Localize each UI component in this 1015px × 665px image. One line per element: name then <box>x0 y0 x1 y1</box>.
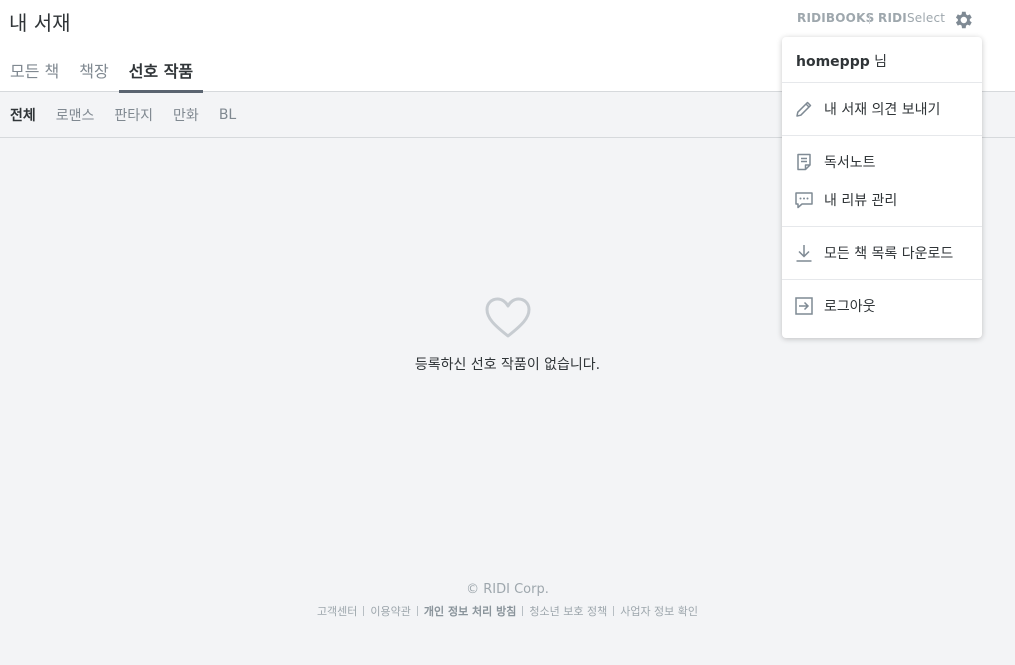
main-tabs: 모든 책 책장 선호 작품 <box>0 52 204 93</box>
genre-tab-romance[interactable]: 로맨스 <box>46 105 105 125</box>
menu-item-label: 로그아웃 <box>824 299 876 315</box>
menu-user-greeting: homeppp 님 <box>782 37 982 83</box>
gear-icon[interactable] <box>952 9 974 31</box>
empty-message: 등록하신 선호 작품이 없습니다. <box>414 357 601 373</box>
page-title: 내 서재 <box>9 11 71 35</box>
genre-tab-comics[interactable]: 만화 <box>163 105 209 125</box>
comment-icon <box>795 192 813 209</box>
genre-tab-fantasy[interactable]: 판타지 <box>104 105 163 125</box>
footer-divider <box>522 606 524 616</box>
footer-link-customer-center[interactable]: 고객센터 <box>317 603 357 619</box>
menu-group-feedback: 내 서재 의견 보내기 <box>782 83 982 136</box>
menu-item-label: 독서노트 <box>824 155 876 171</box>
footer-divider <box>613 606 615 616</box>
logout-icon <box>795 297 813 315</box>
ridiselect-link[interactable]: RIDISelect <box>878 11 945 25</box>
footer-divider <box>363 606 365 616</box>
pencil-icon <box>796 101 812 117</box>
menu-item-reading-notes[interactable]: 독서노트 <box>782 143 982 181</box>
menu-item-label: 모든 책 목록 다운로드 <box>824 246 954 262</box>
menu-item-logout[interactable]: 로그아웃 <box>782 287 982 325</box>
footer-link-youth-policy[interactable]: 청소년 보호 정책 <box>529 603 607 619</box>
footer-link-privacy[interactable]: 개인 정보 처리 방침 <box>424 603 516 619</box>
menu-group-logout: 로그아웃 <box>782 280 982 332</box>
tab-bookshelf[interactable]: 책장 <box>69 52 118 92</box>
menu-item-label: 내 서재 의견 보내기 <box>824 102 941 118</box>
copyright: © RIDI Corp. <box>466 582 549 597</box>
ridiselect-brand-select: Select <box>906 11 946 25</box>
heart-outline-icon <box>485 297 530 338</box>
menu-group-download: 모든 책 목록 다운로드 <box>782 227 982 280</box>
genre-tab-bl[interactable]: BL <box>209 107 246 123</box>
note-icon <box>797 153 811 171</box>
menu-group-notes: 독서노트 내 리뷰 관리 <box>782 136 982 227</box>
download-icon <box>796 245 812 262</box>
menu-item-manage-reviews[interactable]: 내 리뷰 관리 <box>782 181 982 219</box>
menu-item-send-feedback[interactable]: 내 서재 의견 보내기 <box>782 90 982 128</box>
ridiselect-brand-ridi: RIDI <box>878 11 907 25</box>
menu-item-label: 내 리뷰 관리 <box>824 193 898 209</box>
footer: © RIDI Corp. 고객센터 이용약관 개인 정보 처리 방침 청소년 보… <box>0 582 1015 619</box>
settings-dropdown-menu: homeppp 님 내 서재 의견 보내기 독서노트 내 리뷰 관리 모든 책 … <box>782 37 982 338</box>
menu-username: homeppp <box>796 54 870 70</box>
genre-tab-all[interactable]: 전체 <box>0 105 46 125</box>
brand-divider <box>869 14 870 24</box>
footer-link-business-info[interactable]: 사업자 정보 확인 <box>620 603 698 619</box>
footer-links: 고객센터 이용약관 개인 정보 처리 방침 청소년 보호 정책 사업자 정보 확… <box>0 603 1015 619</box>
menu-item-download-list[interactable]: 모든 책 목록 다운로드 <box>782 234 982 272</box>
footer-link-terms[interactable]: 이용약관 <box>370 603 410 619</box>
tab-favorites[interactable]: 선호 작품 <box>118 52 204 93</box>
footer-divider <box>416 606 418 616</box>
tab-all-books[interactable]: 모든 책 <box>0 52 69 92</box>
menu-honorific: 님 <box>869 54 888 70</box>
ridibooks-link[interactable]: RIDIBOOKS <box>797 11 874 25</box>
